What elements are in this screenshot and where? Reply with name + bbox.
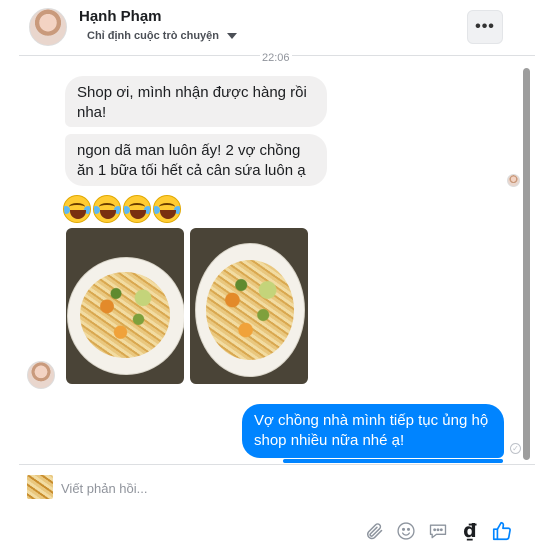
food	[206, 260, 294, 360]
customer-avatar[interactable]	[29, 8, 67, 46]
reply-composer: ₫	[19, 464, 535, 554]
food	[80, 272, 170, 358]
customer-name[interactable]: Hạnh Phạm	[79, 8, 162, 25]
conversation-panel: Hạnh Phạm Chỉ định cuộc trò chuyện ••• 2…	[19, 0, 535, 554]
product-thumbnail	[27, 475, 53, 499]
currency-icon[interactable]: ₫	[459, 520, 481, 542]
reply-input[interactable]	[61, 479, 481, 497]
paperclip-icon[interactable]	[363, 520, 385, 542]
like-icon[interactable]	[491, 520, 513, 542]
laughing-tears-emoji-icon	[153, 195, 181, 223]
more-options-button[interactable]: •••	[467, 10, 503, 44]
laughing-tears-emoji-icon	[93, 195, 121, 223]
sender-avatar	[27, 361, 55, 389]
assign-conversation-dropdown[interactable]: Chỉ định cuộc trò chuyện	[87, 30, 238, 42]
assign-label: Chỉ định cuộc trò chuyện	[87, 30, 220, 42]
outgoing-message: Vợ chồng nhà mình tiếp tục ủng hộ shop n…	[242, 404, 504, 458]
laughing-tears-emoji-icon	[123, 195, 151, 223]
caret-down-icon	[227, 33, 238, 39]
incoming-message: Shop ơi, mình nhận được hàng rồi nha!	[65, 76, 327, 127]
composer-toolbar: ₫	[363, 520, 513, 542]
message-timestamp: 22:06	[260, 52, 292, 64]
scrollbar[interactable]	[523, 68, 530, 460]
incoming-message: ngon dã man luôn ấy! 2 vợ chồng ăn 1 bữa…	[65, 134, 327, 186]
conversation-header: Hạnh Phạm Chỉ định cuộc trò chuyện •••	[19, 0, 535, 56]
food-photo[interactable]	[190, 228, 308, 384]
seen-indicator-avatar	[507, 174, 520, 187]
emoji-message	[63, 195, 181, 223]
sent-check-icon: ✓	[510, 443, 521, 454]
emoji-icon[interactable]	[395, 520, 417, 542]
laughing-tears-emoji-icon	[63, 195, 91, 223]
outgoing-message-edge	[283, 459, 503, 463]
quick-reply-icon[interactable]	[427, 520, 449, 542]
food-photo[interactable]	[66, 228, 184, 384]
